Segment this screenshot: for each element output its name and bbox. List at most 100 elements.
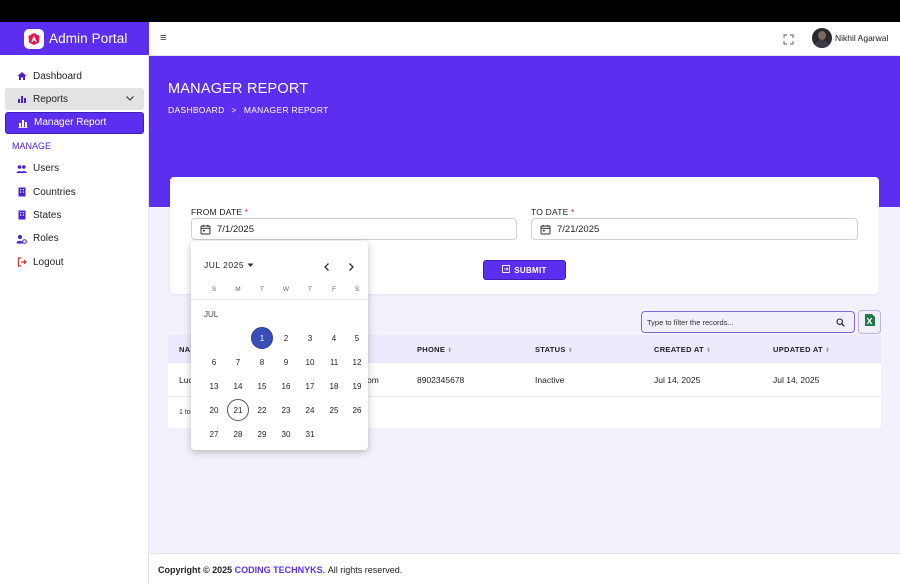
calendar-day[interactable]: 11	[323, 351, 345, 373]
sidebar-item-countries[interactable]: Countries	[5, 181, 144, 203]
submit-button[interactable]: SUBMIT	[483, 260, 566, 280]
calendar-day[interactable]: 22	[251, 399, 273, 421]
to-date-input[interactable]: 7/21/2025	[531, 218, 858, 240]
calendar-day[interactable]: 14	[227, 375, 249, 397]
sidebar-item-dashboard[interactable]: Dashboard	[5, 65, 144, 87]
calendar-day[interactable]: 19	[346, 375, 368, 397]
calendar-day[interactable]: 3	[299, 327, 321, 349]
weekday-label: S	[354, 286, 360, 293]
to-date-label: TO DATE *	[531, 207, 575, 217]
search-input[interactable]: Type to filter the records...	[641, 311, 855, 333]
calendar-day[interactable]: 16	[275, 375, 297, 397]
avatar[interactable]	[812, 28, 832, 48]
calendar-day[interactable]: 23	[275, 399, 297, 421]
calendar-day[interactable]: 29	[251, 423, 273, 445]
calendar-day[interactable]: 27	[203, 423, 225, 445]
calendar-day[interactable]: 25	[323, 399, 345, 421]
sidebar-item-label: Reports	[33, 93, 69, 105]
app-logo-icon	[24, 28, 44, 49]
column-header-status[interactable]: STATUS ⬍	[535, 345, 573, 354]
previous-month-button[interactable]	[322, 259, 332, 277]
weekday-label: S	[211, 286, 217, 293]
sidebar-item-reports[interactable]: Reports	[5, 88, 144, 111]
month-label: JUL	[204, 310, 219, 319]
breadcrumb-current: MANAGER REPORT	[243, 105, 329, 115]
submit-icon	[502, 265, 511, 275]
weekday-label: M	[235, 286, 241, 293]
weekday-label: F	[332, 286, 336, 293]
user-name[interactable]: Nikhil Agarwal	[835, 33, 888, 43]
from-date-input[interactable]: 7/1/2025	[191, 218, 517, 240]
sidebar-item-manager-report[interactable]: Manager Report	[5, 111, 144, 134]
cell-updated-at: Jul 14, 2025	[773, 375, 820, 385]
calendar-day[interactable]: 1	[251, 327, 273, 349]
calendar-day[interactable]: 9	[275, 351, 297, 373]
column-header-updated-at[interactable]: UPDATED AT ⬍	[773, 345, 830, 354]
calendar-day[interactable]: 10	[299, 351, 321, 373]
calendar-day[interactable]: 24	[299, 399, 321, 421]
weekday-label: T	[260, 286, 264, 293]
sidebar-item-logout[interactable]: Logout	[5, 251, 144, 273]
section-label-manage: MANAGE	[12, 140, 52, 151]
calendar-day[interactable]: 28	[227, 423, 249, 445]
next-month-button[interactable]	[346, 259, 356, 277]
from-date-label: FROM DATE *	[191, 207, 249, 217]
calendar-day[interactable]: 8	[251, 351, 273, 373]
sidebar-item-label: Dashboard	[33, 70, 82, 82]
breadcrumb-dashboard[interactable]: DASHBOARD	[168, 105, 225, 115]
sidebar-item-label: States	[33, 209, 62, 221]
calendar-icon[interactable]	[540, 224, 551, 235]
export-excel-button[interactable]	[858, 310, 881, 334]
bar-chart-icon	[16, 94, 27, 105]
calendar-day[interactable]: 21	[227, 399, 249, 421]
sidebar-item-users[interactable]: Users	[5, 158, 144, 180]
calendar-day[interactable]: 7	[227, 351, 249, 373]
column-header-phone[interactable]: PHONE ⬍	[417, 345, 453, 354]
sidebar-item-roles[interactable]: Roles	[5, 228, 144, 250]
fullscreen-icon[interactable]	[783, 32, 794, 50]
calendar-day[interactable]: 5	[346, 327, 368, 349]
sidebar-item-states[interactable]: States	[5, 204, 144, 226]
calendar-icon[interactable]	[200, 224, 211, 235]
excel-icon	[864, 313, 876, 332]
date-picker: JUL 2025 SMTWTFS JUL 1 2 3 4 5 6 7 8 9 10 11 12 13 14…	[191, 241, 368, 450]
to-date-value: 7/21/2025	[557, 223, 600, 235]
search-icon[interactable]	[836, 318, 845, 329]
users-icon	[16, 163, 27, 174]
sort-icon: ⬍	[567, 348, 574, 354]
cell-status: Inactive	[535, 375, 565, 385]
calendar-day[interactable]: 20	[203, 399, 225, 421]
app-title: Admin Portal	[49, 31, 128, 46]
sidebar-item-label: Roles	[33, 233, 59, 245]
building-icon	[16, 210, 27, 221]
calendar-day[interactable]: 31	[299, 423, 321, 445]
calendar-day[interactable]: 15	[251, 375, 273, 397]
breadcrumb: DASHBOARD > MANAGER REPORT	[168, 105, 329, 115]
menu-toggle-icon[interactable]: ≡	[160, 32, 166, 44]
weekday-label: T	[308, 286, 312, 293]
page-title: MANAGER REPORT	[168, 81, 309, 97]
chevron-down-icon	[125, 93, 135, 106]
column-header-name[interactable]: NA	[179, 345, 190, 354]
calendar-day[interactable]: 12	[346, 351, 368, 373]
column-header-created-at[interactable]: CREATED AT ⬍	[654, 345, 711, 354]
topbar: ≡ Nikhil Agarwal	[149, 22, 900, 56]
calendar-day[interactable]: 13	[203, 375, 225, 397]
sidebar-item-label: Users	[33, 163, 60, 175]
sidebar-nav: Dashboard Reports Manager Report MANAGE …	[5, 65, 144, 274]
calendar-day[interactable]: 30	[275, 423, 297, 445]
calendar-day[interactable]: 4	[323, 327, 345, 349]
brand-header[interactable]: Admin Portal	[0, 22, 149, 55]
footer: Copyright © 2025 CODING TECHNYKS. All ri…	[149, 553, 900, 584]
calendar-day[interactable]: 26	[346, 399, 368, 421]
pagination-info: 1 to	[179, 409, 191, 416]
sort-icon: ⬍	[447, 348, 453, 354]
bar-chart-outline-icon	[17, 117, 28, 128]
calendar-day[interactable]: 17	[299, 375, 321, 397]
footer-brand-link[interactable]: CODING TECHNYKS.	[235, 565, 326, 575]
calendar-day[interactable]: 2	[275, 327, 297, 349]
calendar-day[interactable]: 18	[323, 375, 345, 397]
sidebar-item-label: Countries	[33, 186, 76, 198]
month-year-selector[interactable]: JUL 2025	[204, 260, 254, 270]
calendar-day[interactable]: 6	[203, 351, 225, 373]
